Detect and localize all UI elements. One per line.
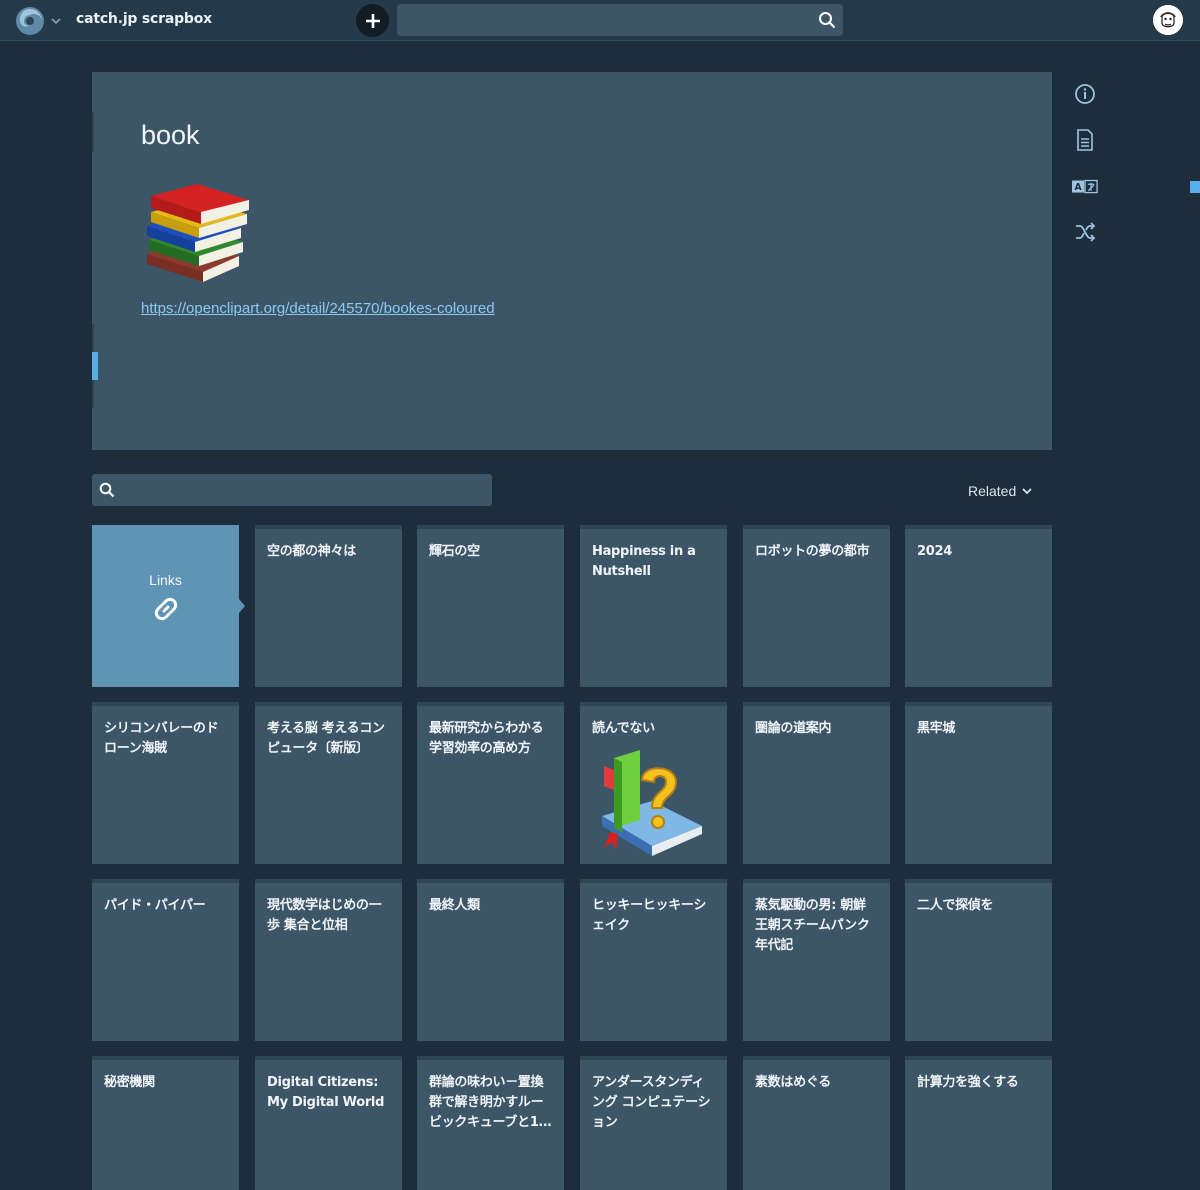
related-page-card[interactable]: 最新研究からわかる学習効率の高め方 xyxy=(417,702,564,864)
card-title: パイド・パイパー xyxy=(104,898,206,913)
translate-icon: A xyxy=(1072,179,1098,193)
related-page-card[interactable]: ヒッキーヒッキーシェイク xyxy=(580,879,727,1041)
related-page-card[interactable]: 輝石の空 xyxy=(417,525,564,687)
related-search-box xyxy=(92,474,492,506)
related-page-card[interactable]: 圏論の道案内 xyxy=(743,702,890,864)
card-title: Digital Citizens: My Digital World xyxy=(267,1075,385,1110)
sort-dropdown[interactable]: Related xyxy=(968,483,1032,499)
card-title: 輝石の空 xyxy=(429,544,480,559)
top-navbar: catch.jp scrapbox xyxy=(0,0,1200,41)
shuffle-icon xyxy=(1076,222,1096,242)
related-pages-grid: Links 空の都の神々は 輝石の空 Happiness in a Nutshe… xyxy=(92,525,1052,1190)
card-title: 考える脳 考えるコンピュータ〔新版〕 xyxy=(267,721,385,756)
related-page-card[interactable]: 黒牢城 xyxy=(905,702,1052,864)
card-title: 群論の味わい－置換群で解き明かすルービックキューブと15パズル xyxy=(429,1075,548,1130)
links-card-pointer xyxy=(239,599,245,613)
related-page-card[interactable]: パイド・パイパー xyxy=(92,879,239,1041)
card-title: ヒッキーヒッキーシェイク xyxy=(592,898,707,933)
info-icon xyxy=(1075,84,1095,104)
card-title: 圏論の道案内 xyxy=(755,721,832,736)
related-page-card[interactable]: ロボットの夢の都市 xyxy=(743,525,890,687)
card-title: Happiness in a Nutshell xyxy=(592,544,696,579)
card-title: 最終人類 xyxy=(429,898,480,913)
search-icon xyxy=(99,482,115,498)
links-card[interactable]: Links xyxy=(92,525,239,687)
card-title: アンダースタンディング コンピュテーション xyxy=(592,1075,711,1130)
links-label: Links xyxy=(149,572,182,588)
card-title: 2024 xyxy=(917,544,952,559)
card-title: 二人で探偵を xyxy=(917,898,994,913)
related-page-card[interactable]: 現代数学はじめの一歩 集合と位相 xyxy=(255,879,402,1041)
chevron-down-icon xyxy=(1022,488,1032,495)
card-title: 最新研究からわかる学習効率の高め方 xyxy=(429,721,544,756)
page-title[interactable]: book xyxy=(141,120,200,151)
related-page-card[interactable]: 蒸気駆動の男: 朝鮮王朝スチームパンク年代記 xyxy=(743,879,890,1041)
related-page-card[interactable]: シリコンバレーのドローン海賊 xyxy=(92,702,239,864)
page-content[interactable]: book https://openclipart.org/detail/2455… xyxy=(92,72,1052,450)
project-title[interactable]: catch.jp scrapbox xyxy=(76,11,212,27)
card-title: 現代数学はじめの一歩 集合と位相 xyxy=(267,898,382,933)
scroll-position-marker xyxy=(1190,181,1200,193)
related-page-card[interactable]: 考える脳 考えるコンピュータ〔新版〕 xyxy=(255,702,402,864)
link-icon xyxy=(154,597,177,621)
page-document-button[interactable] xyxy=(1072,127,1098,153)
related-page-card[interactable]: アンダースタンディング コンピュテーション xyxy=(580,1056,727,1190)
books-image[interactable] xyxy=(143,182,253,290)
search-box xyxy=(397,4,843,36)
scrapbox-logo-icon[interactable] xyxy=(14,5,46,37)
related-page-card[interactable]: 読んでない xyxy=(580,702,727,864)
card-title: ロボットの夢の都市 xyxy=(755,544,870,559)
user-avatar[interactable] xyxy=(1153,5,1183,35)
svg-text:A: A xyxy=(1074,182,1082,193)
sort-label: Related xyxy=(968,483,1017,499)
page-document-icon xyxy=(1077,129,1093,151)
card-title: シリコンバレーのドローン海賊 xyxy=(104,721,219,756)
card-title: 空の都の神々は xyxy=(267,544,356,559)
related-page-card[interactable]: 秘密機関 xyxy=(92,1056,239,1190)
related-page-card[interactable]: 素数はめぐる xyxy=(743,1056,890,1190)
related-page-card[interactable]: 最終人類 xyxy=(417,879,564,1041)
chevron-down-icon[interactable] xyxy=(50,12,62,25)
new-page-button[interactable] xyxy=(356,4,389,37)
related-page-card[interactable]: 群論の味わい－置換群で解き明かすルービックキューブと15パズル xyxy=(417,1056,564,1190)
related-search-input[interactable] xyxy=(122,474,482,506)
search-input[interactable] xyxy=(397,4,807,36)
card-title: 黒牢城 xyxy=(917,721,956,736)
related-page-card[interactable]: Digital Citizens: My Digital World xyxy=(255,1056,402,1190)
related-page-card[interactable]: 空の都の神々は xyxy=(255,525,402,687)
page-info-button[interactable] xyxy=(1072,81,1098,107)
card-title: 素数はめぐる xyxy=(755,1075,831,1090)
related-page-card[interactable]: 二人で探偵を xyxy=(905,879,1052,1041)
translate-button[interactable]: A xyxy=(1072,174,1098,200)
search-icon[interactable] xyxy=(818,11,836,29)
unread-book-thumbnail xyxy=(602,750,702,856)
card-title: 読んでない xyxy=(592,721,655,736)
random-page-button[interactable] xyxy=(1072,219,1098,245)
related-page-card[interactable]: Happiness in a Nutshell xyxy=(580,525,727,687)
page-external-link[interactable]: https://openclipart.org/detail/245570/bo… xyxy=(141,300,495,317)
related-page-card[interactable]: 2024 xyxy=(905,525,1052,687)
line-indicator xyxy=(92,112,98,408)
card-title: 計算力を強くする xyxy=(917,1075,1019,1090)
card-title: 秘密機関 xyxy=(104,1075,155,1090)
related-page-card[interactable]: 計算力を強くする xyxy=(905,1056,1052,1190)
card-title: 蒸気駆動の男: 朝鮮王朝スチームパンク年代記 xyxy=(755,898,870,953)
plus-icon xyxy=(365,13,380,28)
